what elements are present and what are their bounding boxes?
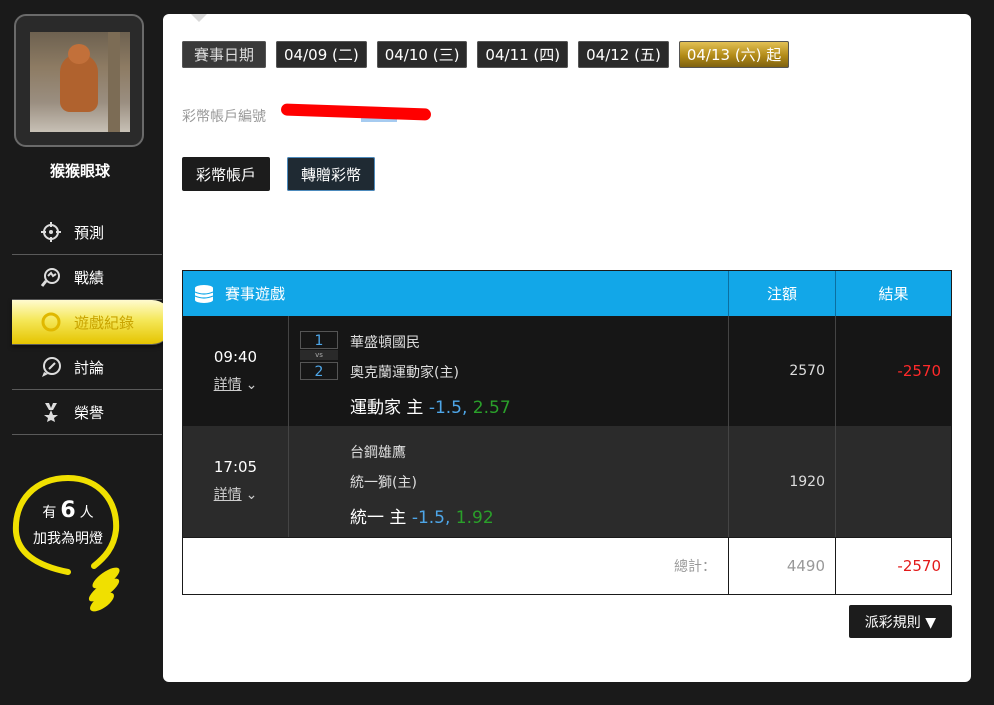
date-tab[interactable]: 04/09 (二) [276, 41, 367, 68]
account-buttons: 彩幣帳戶 轉贈彩幣 [182, 157, 376, 191]
sidebar-item-predict[interactable]: 預測 [12, 210, 162, 255]
match-time: 09:40 [213, 348, 258, 366]
stake-cell: 1920 [729, 426, 836, 537]
payout-rules-button[interactable]: 派彩規則 ▼ [848, 605, 952, 638]
date-selector: 賽事日期 04/09 (二) 04/10 (三) 04/11 (四) 04/12… [182, 41, 790, 68]
match-cell: 台鋼雄鷹 統一獅(主) 統一 主 -1.5, 1.92 [289, 426, 729, 537]
stake-cell: 2570 [729, 316, 836, 426]
match-time-cell: 09:40 詳情 ⌄ [183, 316, 289, 426]
score-home: 2 [300, 362, 338, 380]
table-row: 17:05 詳情 ⌄ 台鋼雄鷹 統一獅(主) 統一 主 -1.5, 1.92 19… [183, 426, 951, 537]
chat-icon [40, 356, 62, 378]
sidebar-item-label: 預測 [74, 223, 105, 242]
table-row: 09:40 詳情 ⌄ 1 vs 2 華盛頓國民 奧克蘭運動家(主) 運動家 主 -… [183, 316, 951, 426]
coin-account-button[interactable]: 彩幣帳戶 [182, 157, 271, 191]
sidebar-item-game-record[interactable]: 遊戲紀錄 [12, 300, 172, 345]
match-time: 17:05 [213, 458, 258, 476]
date-label: 賽事日期 [182, 41, 267, 68]
stats-icon [40, 266, 62, 288]
total-stake: 4490 [729, 538, 836, 594]
total-result: -2570 [897, 557, 941, 575]
match-time-cell: 17:05 詳情 ⌄ [183, 426, 289, 537]
vs-label: vs [300, 350, 338, 360]
sidebar-item-honor[interactable]: 榮譽 [12, 390, 162, 435]
sidebar-item-label: 榮譽 [74, 403, 105, 422]
transfer-coins-button[interactable]: 轉贈彩幣 [287, 157, 376, 191]
medal-icon [40, 401, 62, 423]
sidebar-item-record[interactable]: 戰績 [12, 255, 162, 300]
sidebar-item-label: 戰績 [74, 268, 105, 287]
sidebar-item-discuss[interactable]: 討論 [12, 345, 162, 390]
result-cell: -2570 [897, 362, 941, 380]
team-away: 華盛頓國民 [350, 335, 420, 351]
match-cell: 1 vs 2 華盛頓國民 奧克蘭運動家(主) 運動家 主 -1.5, 2.57 [289, 316, 729, 426]
account-number-label: 彩幣帳戶編號 [182, 109, 266, 125]
sidebar: 猴猴眼球 預測 戰績 遊戲紀錄 討論 榮譽 有 6 人 加我為明燈 [0, 0, 172, 705]
username: 猴猴眼球 [49, 162, 110, 180]
date-tab-active[interactable]: 04/13 (六) 起 [678, 41, 790, 68]
redaction-mark [280, 100, 432, 122]
bet-pick: 運動家 主 -1.5, 2.57 [350, 398, 511, 418]
crosshair-icon [40, 221, 62, 243]
game-record-table: 賽事遊戲 注額 結果 09:40 詳情 ⌄ 1 vs 2 華盛頓國民 奧克蘭運動家… [182, 270, 952, 595]
avatar[interactable] [14, 14, 144, 147]
details-link[interactable]: 詳情 ⌄ [183, 484, 288, 504]
date-tab[interactable]: 04/10 (三) [376, 41, 468, 68]
sidebar-item-label: 討論 [74, 358, 105, 377]
result-cell [836, 426, 951, 537]
details-link[interactable]: 詳情 ⌄ [183, 374, 288, 394]
coins-icon [194, 284, 214, 303]
date-tab[interactable]: 04/11 (四) [477, 41, 569, 68]
fans-count[interactable]: 有6人 [18, 498, 118, 523]
total-row: 總計： 4490 -2570 [183, 537, 951, 594]
header-stake: 注額 [729, 271, 836, 316]
header-result: 結果 [878, 285, 909, 303]
main-panel: 賽事日期 04/09 (二) 04/10 (三) 04/11 (四) 04/12… [163, 14, 971, 682]
chevron-down-icon: ⌄ [245, 377, 258, 393]
coin-icon [40, 311, 62, 333]
chevron-down-icon: ⌄ [245, 487, 258, 503]
fans-label: 加我為明燈 [33, 531, 103, 547]
team-home: 奧克蘭運動家(主) [350, 365, 459, 381]
table-header: 賽事遊戲 注額 結果 [183, 271, 951, 316]
avatar-image [30, 32, 130, 132]
bet-pick: 統一 主 -1.5, 1.92 [350, 508, 494, 528]
date-tab[interactable]: 04/12 (五) [578, 41, 669, 68]
score-away: 1 [300, 331, 338, 349]
sidebar-item-label: 遊戲紀錄 [74, 313, 135, 332]
sidebar-menu: 預測 戰績 遊戲紀錄 討論 榮譽 [12, 210, 172, 435]
total-label: 總計： [183, 538, 729, 594]
team-away: 台鋼雄鷹 [350, 445, 406, 461]
header-game: 賽事遊戲 [183, 271, 729, 316]
team-home: 統一獅(主) [350, 475, 417, 491]
